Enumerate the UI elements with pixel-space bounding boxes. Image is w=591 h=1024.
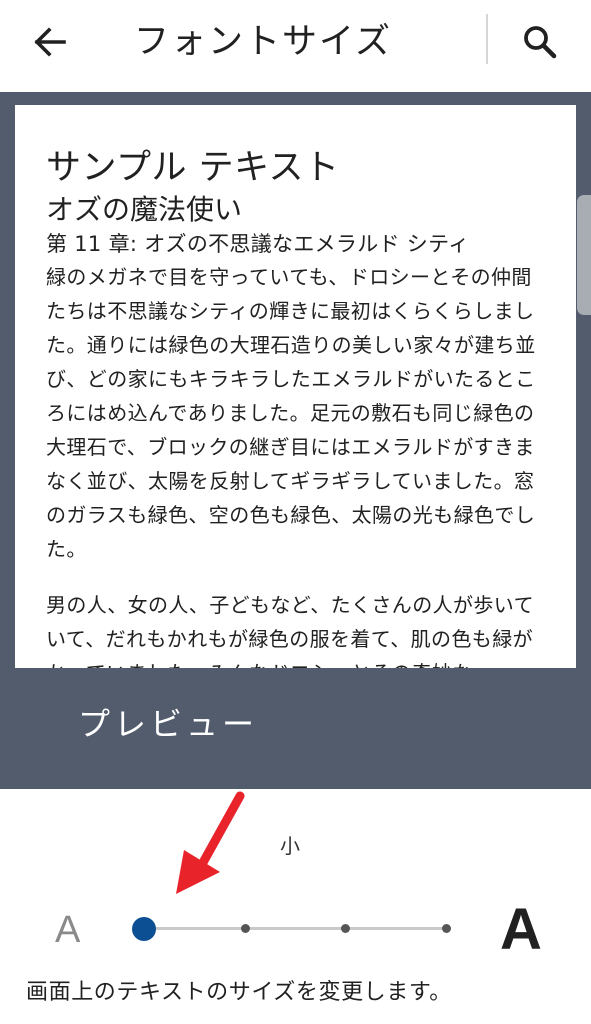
- back-button[interactable]: [22, 18, 78, 66]
- large-size-glyph: A: [500, 897, 542, 962]
- slider-tick[interactable]: [241, 924, 250, 933]
- book-title: オズの魔法使い: [46, 193, 243, 226]
- preview-label: プレビュー: [78, 705, 259, 743]
- appbar-divider: [486, 14, 488, 64]
- slider-track[interactable]: [143, 927, 448, 930]
- slider-tick[interactable]: [442, 924, 451, 933]
- description-text: 画面上のテキストのサイズを変更します。: [26, 980, 452, 1005]
- chapter-title: 第 11 章: オズの不思議なエメラルド シティ: [46, 232, 470, 256]
- paragraph: 男の人、女の人、子どもなど、たくさんの人が歩いていて、だれもかれもが緑色の服を着…: [46, 593, 534, 668]
- app-bar: フォントサイズ: [0, 0, 591, 92]
- page-title: フォントサイズ: [134, 22, 392, 62]
- search-button[interactable]: [512, 18, 568, 66]
- preview-area: サンプル テキスト オズの魔法使い 第 11 章: オズの不思議なエメラルド シ…: [0, 92, 591, 789]
- arrow-left-icon: [34, 27, 66, 57]
- scrollbar-thumb[interactable]: [577, 195, 591, 315]
- current-size-label: 小: [280, 834, 300, 858]
- preview-text-card[interactable]: サンプル テキスト オズの魔法使い 第 11 章: オズの不思議なエメラルド シ…: [15, 105, 576, 668]
- sample-heading: サンプル テキスト: [46, 148, 340, 188]
- slider-tick[interactable]: [341, 924, 350, 933]
- paragraph: 緑のメガネで目を守っていても、ドロシーとその仲間たちは不思議なシティの輝きに最初…: [46, 265, 536, 561]
- red-arrow-annotation-icon: [176, 791, 245, 894]
- slider-thumb[interactable]: [132, 917, 156, 941]
- search-icon: [524, 26, 557, 59]
- small-size-glyph: A: [55, 909, 81, 951]
